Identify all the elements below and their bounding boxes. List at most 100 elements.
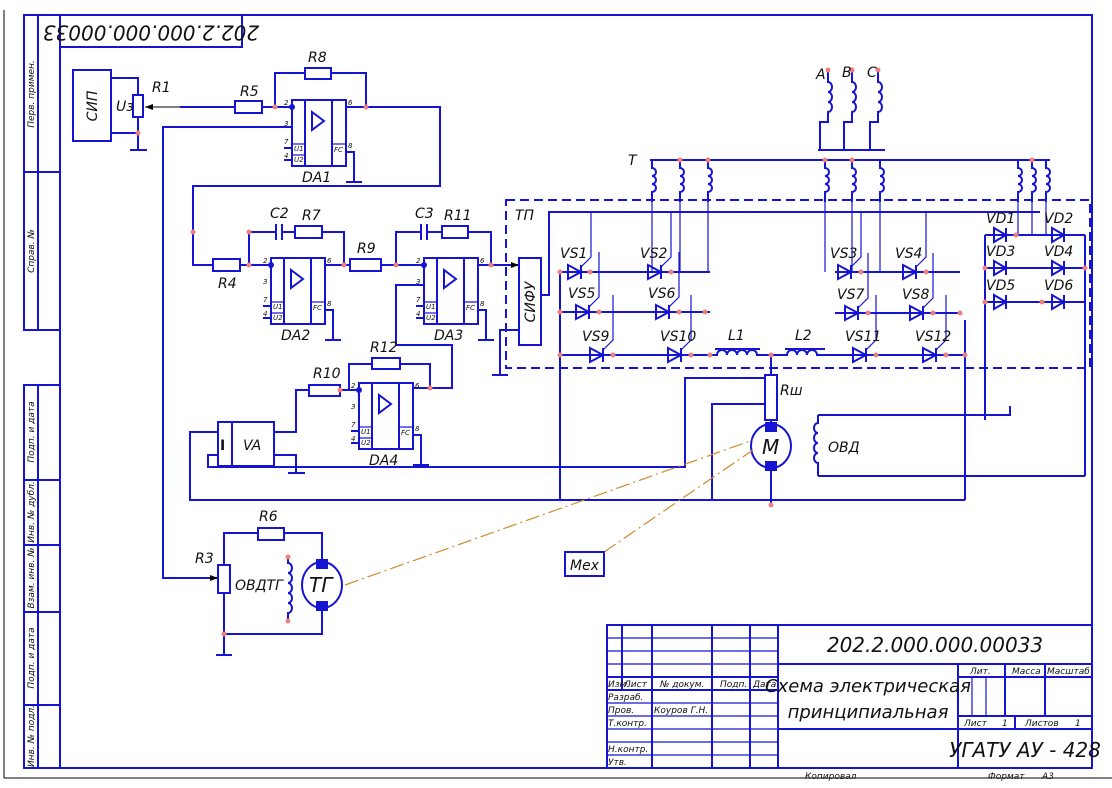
footer-format: Формат: [988, 772, 1025, 782]
junction-node: [557, 309, 563, 315]
svg-text:VD4: VD4: [1044, 244, 1073, 260]
diode-vd1: VD1: [986, 211, 1015, 244]
svg-text:Подп.: Подп.: [720, 680, 747, 690]
junction-node: [930, 310, 936, 316]
transformer-winding: [851, 160, 857, 202]
svg-text:3: 3: [284, 120, 288, 128]
svg-text:Rш: Rш: [780, 383, 803, 399]
thyristor-vs10: VS10: [660, 295, 696, 364]
svg-text:R12: R12: [370, 340, 398, 356]
opamp-da1: 2 3 7 4 6 8 U1 U2 FC DA1: [284, 99, 362, 186]
svg-text:7: 7: [351, 421, 356, 429]
junction-node: [285, 554, 291, 560]
svg-text:U2: U2: [294, 156, 304, 164]
svg-text:Лист: Лист: [963, 719, 988, 729]
side-label: Перв. примен.: [27, 60, 37, 128]
svg-text:VS5: VS5: [568, 286, 595, 302]
junction-nodes: [135, 104, 1088, 637]
svg-text:VS7: VS7: [837, 287, 864, 303]
junction-node: [849, 157, 855, 163]
svg-text:2: 2: [284, 99, 289, 107]
resistor-r7: [294, 225, 323, 239]
svg-text:4: 4: [351, 435, 355, 443]
svg-text:L2: L2: [795, 328, 812, 344]
svg-text:Лист: Лист: [623, 680, 648, 690]
current-sensor-va: I VA: [217, 421, 275, 467]
diode-vd4: VD4: [1044, 244, 1073, 277]
opamp-label: DA3: [434, 328, 463, 344]
junction-node: [596, 309, 602, 315]
svg-text:R5: R5: [240, 84, 259, 100]
thyristor-vs5: VS5: [568, 252, 600, 321]
junction-node: [135, 130, 141, 136]
resistor-r10: [308, 384, 341, 397]
junction-node: [982, 265, 988, 271]
opamp-da3: 2 3 7 4 6 8 U1 U2 FC DA3: [416, 257, 494, 344]
svg-text:6: 6: [415, 382, 420, 390]
wiper-arrow-icon: [145, 104, 153, 110]
potentiometer-r3: [217, 564, 231, 594]
junction-node: [246, 262, 252, 268]
svg-text:VD6: VD6: [1044, 278, 1073, 294]
svg-text:3: 3: [351, 403, 355, 411]
side-label: Подп. и дата: [27, 401, 37, 462]
junction-node: [688, 352, 694, 358]
svg-text:2: 2: [263, 257, 268, 265]
junction-node: [768, 352, 774, 358]
resistor-r5: [234, 100, 263, 114]
svg-text:L1: L1: [728, 328, 745, 344]
svg-text:4: 4: [416, 310, 420, 318]
mechanical-link: [344, 439, 754, 586]
svg-text:VS9: VS9: [582, 329, 609, 345]
svg-text:U2: U2: [426, 314, 436, 322]
svg-text:FC: FC: [334, 146, 343, 154]
junction-node: [427, 385, 433, 391]
junction-node: [943, 352, 949, 358]
side-strip: Перв. примен. Справ. № Подп. и дата Инв.…: [23, 14, 61, 769]
svg-text:R9: R9: [357, 241, 376, 257]
supply-winding: [869, 72, 883, 150]
thyristor-vs12: VS12: [915, 295, 951, 364]
junction-node: [221, 631, 227, 637]
junction-node: [557, 352, 563, 358]
svg-text:VS1: VS1: [560, 246, 587, 262]
side-label: Подп. и дата: [27, 627, 37, 688]
thyristor-vs11: VS11: [845, 295, 881, 364]
svg-text:VS3: VS3: [830, 246, 857, 262]
svg-text:№ докум.: № докум.: [659, 680, 704, 690]
svg-text:Мех: Мех: [570, 558, 600, 574]
svg-text:R6: R6: [259, 509, 278, 525]
svg-text:Масса: Масса: [1012, 667, 1041, 677]
junction-node: [246, 229, 252, 235]
resistor-r8: [304, 67, 332, 80]
diode-vd3: VD3: [986, 244, 1015, 277]
svg-text:1: 1: [1075, 719, 1081, 729]
svg-text:1: 1: [1002, 719, 1008, 729]
thyristor-vs9: VS9: [582, 295, 614, 364]
opamps: 2 3 7 4 6 8 U1 U2 FC DA1 2 3 7 4 6 8 U1 U2 FC DA2 2 3 7 4 6 8 U1 U2…: [263, 99, 494, 469]
junction-node: [1039, 299, 1045, 305]
resistor-r9: [349, 258, 382, 272]
svg-text:R3: R3: [195, 551, 214, 567]
footer-copied: Копировал: [805, 772, 857, 782]
svg-text:M: M: [762, 435, 779, 459]
opamp-label: DA2: [281, 328, 310, 344]
shunt-rsh: [764, 374, 778, 421]
junction-node: [488, 262, 494, 268]
svg-text:A: A: [815, 67, 826, 83]
footer-format-value: А3: [1041, 772, 1054, 782]
junction-node: [702, 309, 708, 315]
svg-text:Листов: Листов: [1024, 719, 1059, 729]
thyristor-bridge: VS1 VS2 VS3 VS4 VS5 VS6 VS7 VS8 VS9 VS10 VS11 VS12 V…: [560, 211, 1073, 364]
thyristor-vs3: VS3: [830, 212, 862, 281]
tg-field-coil: [287, 557, 293, 623]
svg-text:U2: U2: [361, 439, 371, 447]
junction-node: [962, 352, 968, 358]
junction-node: [272, 104, 278, 110]
svg-text:Утв.: Утв.: [608, 758, 627, 768]
document-title: принципиальная: [788, 702, 949, 723]
svg-text:VS12: VS12: [915, 329, 951, 345]
transformer-winding: [1031, 160, 1037, 202]
junction-node: [768, 502, 774, 508]
schematic-sheet: Перв. примен. Справ. № Подп. и дата Инв.…: [3, 10, 1112, 782]
